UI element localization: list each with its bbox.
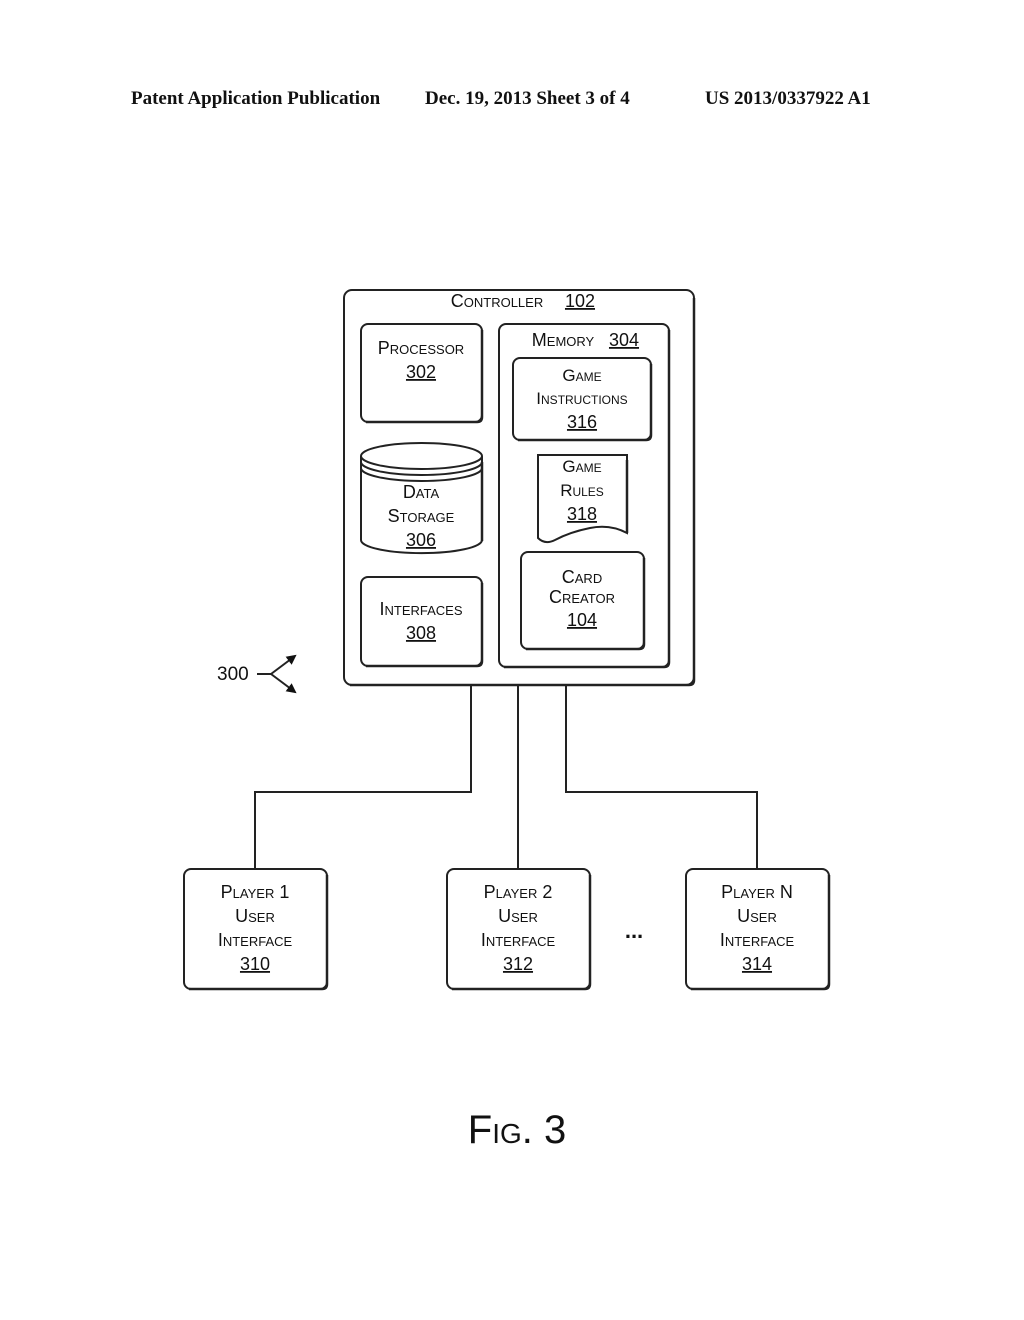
arrow-down-icon bbox=[270, 673, 297, 694]
processor-ref: 302 bbox=[406, 362, 436, 382]
player-1-line1: Player 1 bbox=[221, 882, 290, 902]
data-storage-line1: Data bbox=[403, 482, 440, 502]
player-2-ref: 312 bbox=[503, 954, 533, 974]
player-n-ref: 314 bbox=[742, 954, 772, 974]
wire-to-player-n bbox=[565, 685, 758, 868]
card-creator-box: Card Creator 104 bbox=[520, 551, 646, 651]
player-2-line3: Interface bbox=[481, 930, 556, 950]
game-instructions-box: Game Instructions 316 bbox=[512, 357, 653, 442]
game-rules-document: Game Rules 318 bbox=[537, 454, 629, 544]
game-instructions-ref: 316 bbox=[567, 412, 597, 432]
memory-title: Memory bbox=[532, 330, 595, 350]
processor-box: Processor 302 bbox=[360, 323, 484, 424]
player-n-interface-box: Player N User Interface 314 bbox=[685, 868, 831, 991]
reference-300-label: 300 bbox=[217, 664, 249, 685]
card-creator-line1: Card bbox=[562, 567, 602, 587]
game-instructions-line1: Game bbox=[562, 366, 601, 385]
player-1-line2: User bbox=[235, 906, 275, 926]
reference-300: 300 bbox=[217, 654, 297, 694]
player-n-line2: User bbox=[737, 906, 777, 926]
interfaces-title: Interfaces bbox=[379, 599, 462, 619]
processor-title: Processor bbox=[378, 338, 464, 358]
player-n-line3: Interface bbox=[720, 930, 795, 950]
data-storage-cylinder: Data Storage 306 bbox=[360, 442, 484, 555]
game-instructions-line2: Instructions bbox=[536, 389, 627, 408]
controller-ref: 102 bbox=[565, 291, 595, 311]
data-storage-line2: Storage bbox=[388, 506, 455, 526]
player-1-interface-box: Player 1 User Interface 310 bbox=[183, 868, 329, 991]
card-creator-line2: Creator bbox=[549, 587, 615, 607]
interfaces-ref: 308 bbox=[406, 623, 436, 643]
interfaces-box: Interfaces 308 bbox=[360, 576, 484, 668]
data-storage-ref: 306 bbox=[406, 530, 436, 550]
player-1-ref: 310 bbox=[240, 954, 270, 974]
player-2-line2: User bbox=[498, 906, 538, 926]
player-2-interface-box: Player 2 User Interface 312 bbox=[446, 868, 592, 991]
ellipsis: ... bbox=[625, 918, 643, 943]
game-rules-line2: Rules bbox=[560, 481, 604, 500]
arrow-up-icon bbox=[270, 654, 297, 675]
player-1-line3: Interface bbox=[218, 930, 293, 950]
system-diagram: Controller 102 Processor 302 Data Storag… bbox=[183, 289, 831, 1152]
card-creator-ref: 104 bbox=[567, 610, 597, 630]
connection-wires bbox=[254, 685, 758, 868]
game-rules-ref: 318 bbox=[567, 504, 597, 524]
figure-caption: Fig. 3 bbox=[468, 1108, 566, 1152]
game-rules-line1: Game bbox=[562, 457, 601, 476]
memory-ref: 304 bbox=[609, 330, 639, 350]
wire-to-player-1 bbox=[254, 685, 472, 868]
controller-title: Controller bbox=[451, 291, 543, 311]
player-2-line1: Player 2 bbox=[484, 882, 553, 902]
player-n-line1: Player N bbox=[721, 882, 793, 902]
